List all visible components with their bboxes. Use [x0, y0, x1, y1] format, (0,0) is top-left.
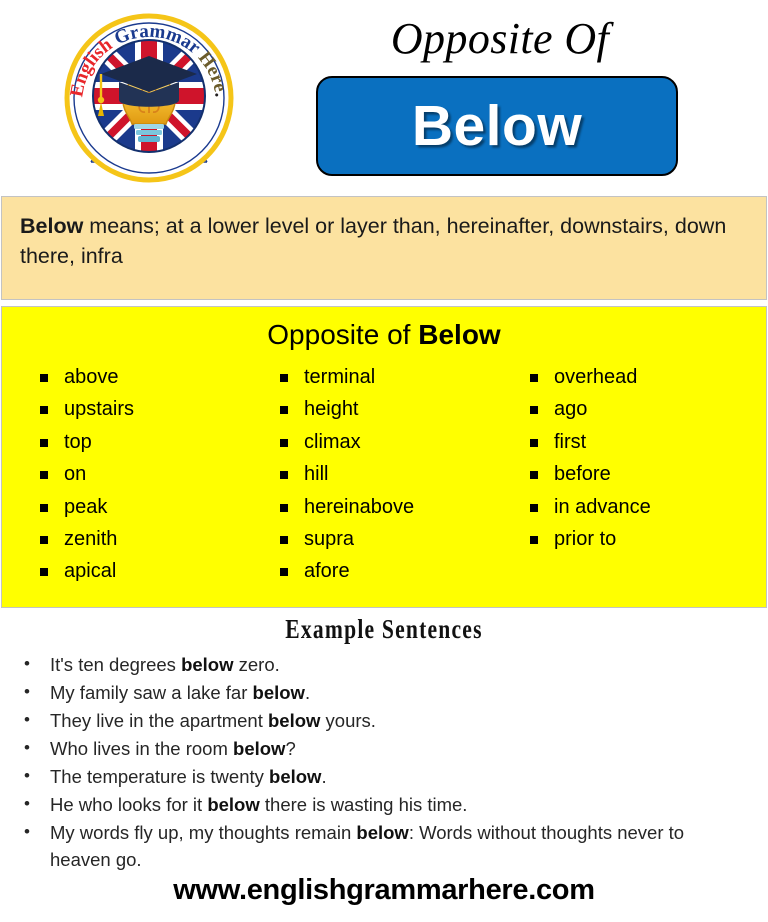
sentence-post: ?: [285, 738, 296, 759]
sentence-post: yours.: [320, 710, 376, 731]
example-sentence-list: It's ten degrees below zero. My family s…: [0, 647, 768, 873]
examples-heading: Example Sentences: [285, 614, 483, 644]
opposite-word: hereinabove: [272, 491, 492, 523]
sentence-keyword: below: [268, 710, 321, 731]
opposites-heading-prefix: Opposite of: [267, 319, 419, 350]
sentence-pre: My family saw a lake far: [50, 682, 253, 703]
definition-term: Below: [20, 214, 84, 238]
opposite-word: top: [32, 426, 242, 458]
sentence-pre: The temperature is twenty: [50, 766, 270, 787]
opposite-word: before: [522, 458, 738, 490]
word-badge: Below: [316, 76, 678, 176]
sentence-pre: It's ten degrees: [50, 654, 182, 675]
example-sentence: They live in the apartment below yours.: [10, 706, 742, 734]
sentence-keyword: below: [269, 766, 322, 787]
header: English Grammar Here.Com Opposite Of Bel…: [0, 0, 768, 193]
sentence-keyword: below: [207, 794, 260, 815]
definition-box: Below means; at a lower level or layer t…: [1, 196, 767, 300]
sentence-keyword: below: [356, 822, 409, 843]
page-title: Opposite Of: [390, 14, 610, 63]
examples-section: Example Sentences It's ten degrees below…: [0, 611, 768, 874]
sentence-pre: He who looks for it: [50, 794, 208, 815]
definition-text: Below means; at a lower level or layer t…: [20, 211, 748, 271]
definition-body: means; at a lower level or layer than, h…: [20, 214, 727, 268]
opposites-column-3: overhead ago first before in advance pri…: [492, 361, 738, 588]
opposite-word: on: [32, 458, 242, 490]
sentence-keyword: below: [233, 738, 286, 759]
opposites-heading-word: Below: [418, 319, 501, 350]
opposite-word: supra: [272, 523, 492, 555]
opposite-word: overhead: [522, 361, 738, 393]
opposite-word: first: [522, 426, 738, 458]
sentence-pre: They live in the apartment: [50, 710, 268, 731]
sentence-pre: Who lives in the room: [50, 738, 234, 759]
sentence-post: .: [304, 682, 311, 703]
opposites-heading: Opposite of Below: [2, 307, 766, 359]
example-sentence: It's ten degrees below zero.: [10, 650, 742, 678]
opposite-word: terminal: [272, 361, 492, 393]
sentence-post: .: [321, 766, 327, 787]
opposite-word: ago: [522, 393, 738, 425]
opposite-word: upstairs: [32, 393, 242, 425]
opposites-column-1: above upstairs top on peak zenith apical: [2, 361, 242, 588]
opposite-word: apical: [32, 555, 242, 587]
opposite-word: height: [272, 393, 492, 425]
example-sentence: He who looks for it below there is wasti…: [10, 790, 742, 818]
opposite-word: afore: [272, 555, 492, 587]
sentence-post: zero.: [233, 654, 280, 675]
opposite-word: prior to: [522, 523, 738, 555]
opposite-word: above: [32, 361, 242, 393]
example-sentence: My words fly up, my thoughts remain belo…: [10, 818, 742, 873]
opposite-word: zenith: [32, 523, 242, 555]
opposite-word: climax: [272, 426, 492, 458]
word-badge-label: Below: [411, 94, 583, 158]
opposite-word: hill: [272, 458, 492, 490]
opposite-word: in advance: [522, 491, 738, 523]
sentence-keyword: below: [181, 654, 234, 675]
example-sentence: My family saw a lake far below.: [10, 678, 742, 706]
example-sentence: Who lives in the room below?: [10, 734, 742, 762]
opposite-word: peak: [32, 491, 242, 523]
english-grammar-here-logo-icon: English Grammar Here.Com: [57, 12, 241, 184]
sentence-keyword: below: [252, 682, 305, 703]
title-block: Opposite Of Below: [316, 8, 684, 176]
example-sentence: The temperature is twenty below.: [10, 762, 742, 790]
opposite-of-below-infographic: English Grammar Here.Com Opposite Of Bel…: [0, 0, 768, 922]
opposites-column-2: terminal height climax hill hereinabove …: [242, 361, 492, 588]
sentence-pre: My words fly up, my thoughts remain: [50, 822, 357, 843]
sentence-post: there is wasting his time.: [259, 794, 468, 815]
opposites-box: Opposite of Below above upstairs top on …: [1, 306, 767, 608]
opposites-columns: above upstairs top on peak zenith apical…: [2, 359, 766, 588]
site-url: www.englishgrammarhere.com: [173, 874, 595, 906]
